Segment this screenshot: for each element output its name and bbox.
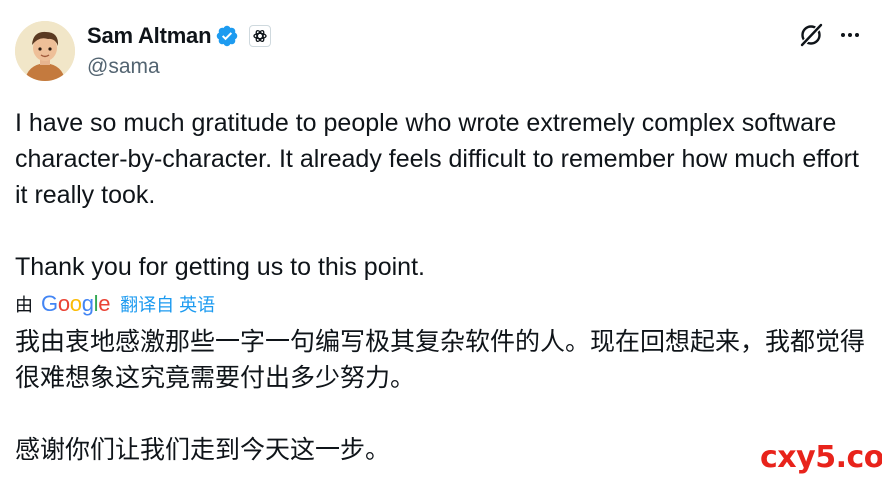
avatar[interactable]: [15, 21, 75, 81]
watermark: cxy5.com: [760, 440, 882, 475]
author-handle[interactable]: @sama: [87, 55, 160, 79]
grok-icon[interactable]: [797, 21, 825, 49]
author-name[interactable]: Sam Altman: [87, 23, 212, 49]
verified-badge-icon[interactable]: [215, 24, 239, 48]
tweet-text: I have so much gratitude to people who w…: [15, 109, 859, 281]
translated-text: 我由衷地感激那些一字一句编写极其复杂软件的人。现在回想起来，我都觉得很难想象这究…: [15, 328, 866, 464]
google-logo: Google: [41, 291, 111, 316]
translated-from-link[interactable]: 翻译自 英语: [120, 291, 215, 317]
translated-by-label: 由: [15, 295, 33, 315]
more-icon[interactable]: [836, 21, 864, 49]
openai-affiliate-icon[interactable]: [249, 25, 272, 47]
author-header: Sam Altman: [87, 22, 272, 50]
translation-attribution: 由 Google 翻译自 英语: [15, 289, 215, 319]
